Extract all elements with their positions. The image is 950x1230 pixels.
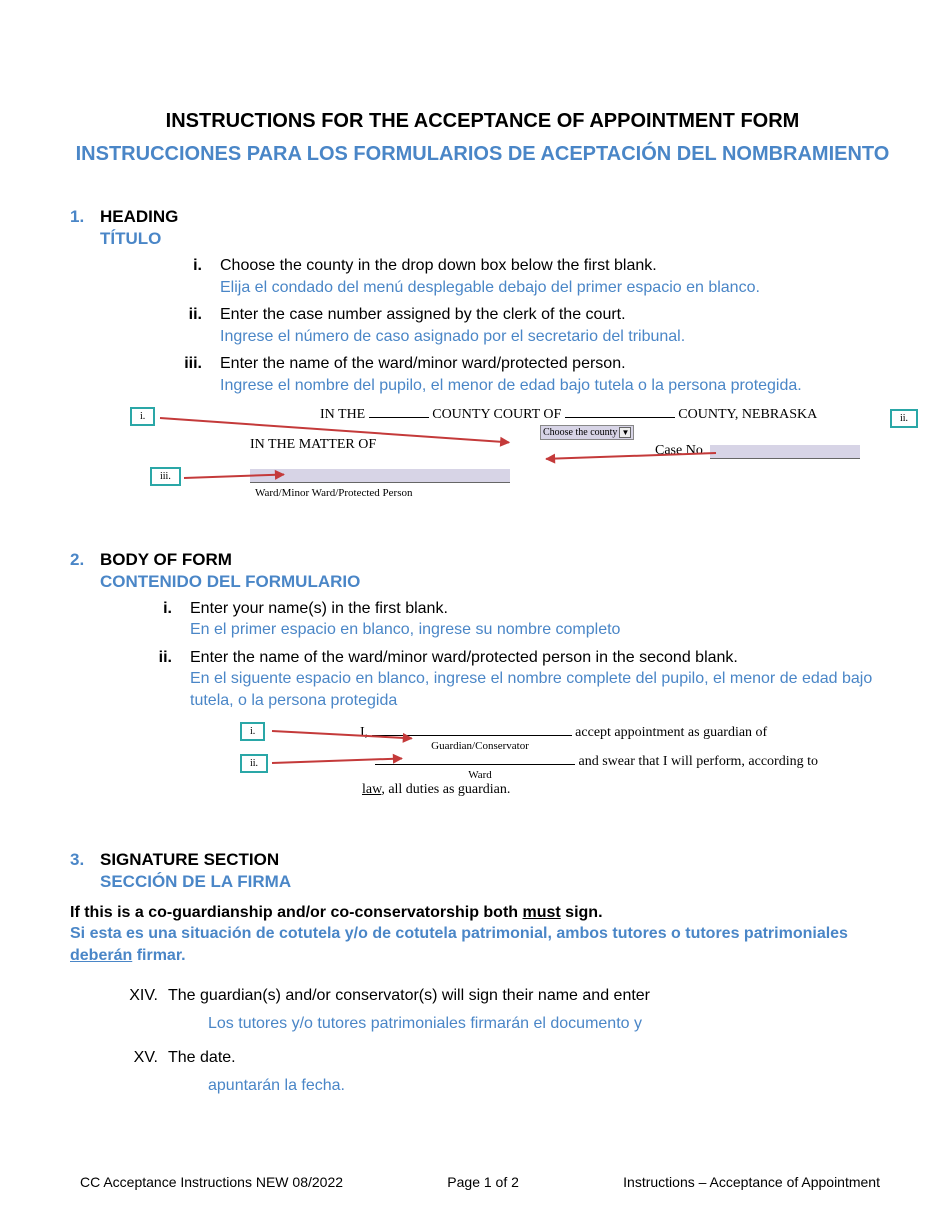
and-swear-text: and swear that I will perform, according…: [579, 754, 818, 769]
roman-xiv: XIV.: [110, 984, 168, 1008]
xv-en: The date.: [168, 1046, 236, 1070]
ward-sublabel: Ward/Minor Ward/Protected Person: [255, 487, 413, 499]
section-signature-header: 3. SIGNATURE SECTION: [70, 850, 895, 870]
co-en-pre: If this is a co-guardianship and/or co-c…: [70, 904, 523, 921]
in-the-label: IN THE: [320, 407, 365, 422]
roman-i: i.: [140, 598, 190, 641]
section-2-list: i. Enter your name(s) in the first blank…: [140, 598, 895, 712]
section-body-header: 2. BODY OF FORM: [70, 550, 895, 570]
case-no-blank[interactable]: [710, 445, 860, 459]
co-es-post: firmar.: [132, 947, 185, 964]
section-3-num: 3.: [70, 850, 92, 870]
section-3-label-es: SECCIÓN DE LA FIRMA: [100, 872, 895, 892]
xiv-en: The guardian(s) and/or conservator(s) wi…: [168, 984, 650, 1008]
signature-list: XIV. The guardian(s) and/or conservator(…: [110, 984, 895, 1098]
item-en: Enter the case number assigned by the cl…: [220, 304, 685, 326]
co-es-must: deberán: [70, 947, 132, 964]
co-sign-note: If this is a co-guardianship and/or co-c…: [70, 902, 895, 967]
in-matter-label: IN THE MATTER OF: [250, 437, 376, 453]
section-1-label-es: TÍTULO: [100, 229, 895, 249]
page-title-en: INSTRUCTIONS FOR THE ACCEPTANCE OF APPOI…: [70, 110, 895, 133]
list-item: XIV. The guardian(s) and/or conservator(…: [110, 984, 895, 1008]
callout-ii: ii.: [240, 754, 268, 773]
callout-ii: ii.: [890, 409, 918, 428]
section-3-label-en: SIGNATURE SECTION: [100, 850, 279, 870]
i-text: I,: [360, 725, 368, 740]
co-es-pre: Si esta es una situación de cotutela y/o…: [70, 925, 848, 942]
county-ne-label: COUNTY, NEBRASKA: [678, 407, 817, 422]
heading-diagram: i. ii. iii. IN THE COUNTY COURT OF COUNT…: [110, 407, 895, 522]
ward-sublabel: Ward: [410, 769, 550, 781]
section-1-list: i. Choose the county in the drop down bo…: [170, 255, 895, 397]
section-2-num: 2.: [70, 550, 92, 570]
list-item: ii. Enter the case number assigned by th…: [170, 304, 895, 347]
guardian-sublabel: Guardian/Conservator: [410, 740, 550, 752]
dropdown-label: Choose the county: [543, 427, 617, 438]
item-es: En el siguente espacio en blanco, ingres…: [190, 668, 895, 711]
item-en: Enter the name of the ward/minor ward/pr…: [220, 353, 802, 375]
item-en: Choose the county in the drop down box b…: [220, 255, 760, 277]
item-es: Ingrese el número de caso asignado por e…: [220, 326, 685, 348]
callout-iii: iii.: [150, 467, 181, 486]
roman-i: i.: [170, 255, 220, 298]
callout-i: i.: [240, 722, 265, 741]
list-item: i. Enter your name(s) in the first blank…: [140, 598, 895, 641]
section-1-label-en: HEADING: [100, 207, 178, 227]
section-2-label-en: BODY OF FORM: [100, 550, 232, 570]
body-diagram: i. ii. I, accept appointment as guardian…: [230, 722, 895, 822]
roman-ii: ii.: [170, 304, 220, 347]
list-item: i. Choose the county in the drop down bo…: [170, 255, 895, 298]
xv-es: apuntarán la fecha.: [208, 1074, 895, 1098]
item-es: En el primer espacio en blanco, ingrese …: [190, 619, 620, 641]
section-2-label-es: CONTENIDO DEL FORMULARIO: [100, 572, 895, 592]
ward-blank[interactable]: [250, 469, 510, 483]
item-es: Ingrese el nombre del pupilo, el menor d…: [220, 375, 802, 397]
county-court-label: COUNTY COURT OF: [432, 407, 561, 422]
roman-ii: ii.: [140, 647, 190, 712]
list-item: XV. The date.: [110, 1046, 895, 1070]
footer-center: Page 1 of 2: [447, 1174, 519, 1190]
co-en-post: sign.: [561, 904, 603, 921]
roman-xv: XV.: [110, 1046, 168, 1070]
accept-text: accept appointment as guardian of: [575, 725, 767, 740]
section-heading: 1. HEADING: [70, 207, 895, 227]
page-footer: CC Acceptance Instructions NEW 08/2022 P…: [0, 1174, 950, 1190]
list-item: ii. Enter the name of the ward/minor war…: [140, 647, 895, 712]
law-underlined: law: [362, 782, 381, 797]
roman-iii: iii.: [170, 353, 220, 396]
co-en-must: must: [523, 904, 561, 921]
footer-right: Instructions – Acceptance of Appointment: [623, 1174, 880, 1190]
item-en: Enter the name of the ward/minor ward/pr…: [190, 647, 895, 669]
county-dropdown[interactable]: Choose the county: [540, 425, 634, 440]
xiv-es: Los tutores y/o tutores patrimoniales fi…: [208, 1012, 895, 1036]
section-1-num: 1.: [70, 207, 92, 227]
item-en: Enter your name(s) in the first blank.: [190, 598, 620, 620]
law-rest: , all duties as guardian.: [381, 782, 510, 797]
page-title-es: INSTRUCCIONES PARA LOS FORMULARIOS DE AC…: [70, 141, 895, 167]
item-es: Elija el condado del menú desplegable de…: [220, 277, 760, 299]
list-item: iii. Enter the name of the ward/minor wa…: [170, 353, 895, 396]
callout-i: i.: [130, 407, 155, 426]
footer-left: CC Acceptance Instructions NEW 08/2022: [80, 1174, 343, 1190]
